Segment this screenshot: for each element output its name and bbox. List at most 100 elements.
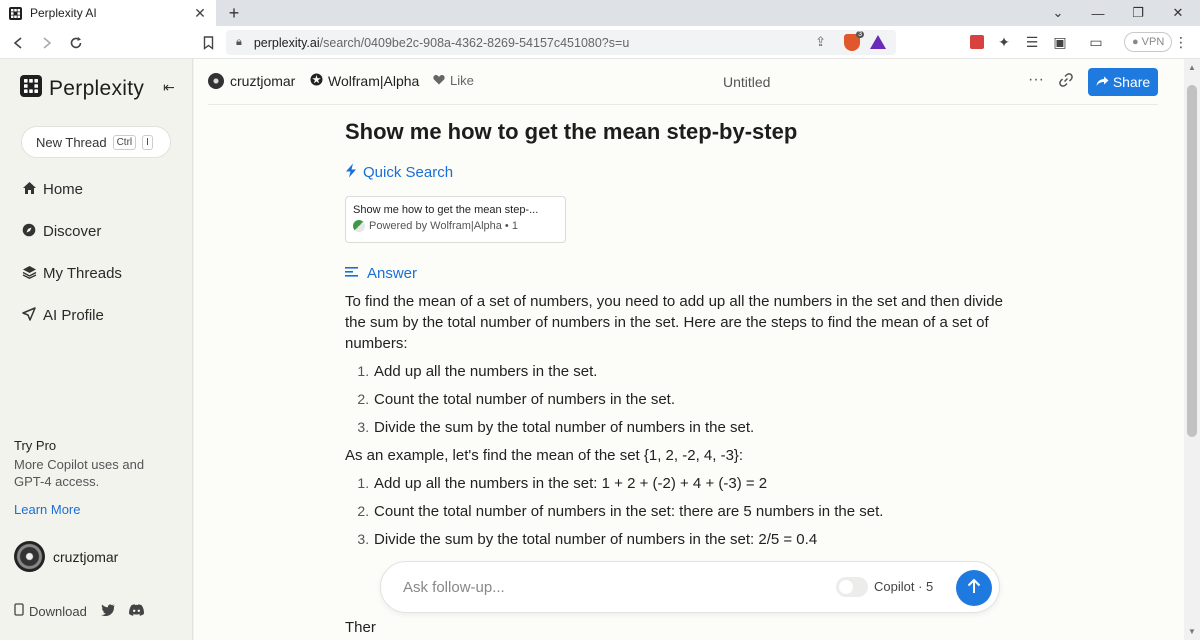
close-window-button[interactable]: ✕: [1158, 0, 1198, 26]
thread-content: Show me how to get the mean step-by-step…: [345, 119, 1025, 636]
tab-search-chevron-icon[interactable]: ⌄: [1038, 0, 1078, 26]
page-scrollbar[interactable]: ▲ ▼: [1184, 59, 1200, 640]
more-options-icon[interactable]: ···: [1028, 71, 1044, 89]
author-chip[interactable]: cruztjomar: [208, 73, 295, 89]
sidebar-footer: Download: [14, 603, 144, 619]
back-icon[interactable]: [8, 33, 28, 53]
copilot-label: Copilot · 5: [874, 579, 934, 594]
sidebar-toggle-icon[interactable]: ▣: [1051, 33, 1069, 51]
extensions-puzzle-icon[interactable]: ✦: [995, 33, 1013, 51]
wolfram-label: Wolfram|Alpha: [328, 73, 420, 89]
lock-icon: 🔒︎: [236, 36, 242, 48]
author-avatar: [208, 73, 224, 89]
browser-tab-bar: Perplexity AI ✕ + ⌄ — ❐ ✕: [0, 0, 1200, 26]
try-pro-title: Try Pro: [14, 438, 57, 453]
source-card[interactable]: Show me how to get the mean step-... Pow…: [345, 196, 566, 243]
collapse-sidebar-icon[interactable]: ⇤: [163, 79, 175, 96]
browser-toolbar: 🔒︎ perplexity.ai/search/0409be2c-908a-43…: [0, 26, 1200, 59]
restore-button[interactable]: ❐: [1118, 0, 1158, 26]
tab-title: Perplexity AI: [30, 6, 97, 20]
download-label: Download: [29, 603, 87, 619]
list-item: Count the total number of numbers in the…: [373, 389, 1025, 410]
answer-intro: To find the mean of a set of numbers, yo…: [345, 293, 1003, 352]
reading-list-icon[interactable]: ☰: [1023, 33, 1041, 51]
vpn-button[interactable]: ● VPN: [1124, 32, 1173, 52]
follow-up-input[interactable]: [403, 578, 823, 596]
learn-more-link[interactable]: Learn More: [14, 502, 80, 517]
brave-shield-icon[interactable]: 3: [844, 31, 864, 51]
source-subtitle: Powered by Wolfram|Alpha • 1: [369, 220, 518, 232]
like-button[interactable]: Like: [433, 73, 474, 88]
scrollbar-thumb[interactable]: [1187, 85, 1197, 437]
close-tab-icon[interactable]: ✕: [192, 5, 208, 22]
list-item: Add up all the numbers in the set.: [373, 361, 1025, 382]
share-page-icon[interactable]: ⇪: [815, 34, 826, 50]
answer-heading: Answer: [345, 265, 417, 282]
share-button[interactable]: Share: [1088, 68, 1158, 96]
sidebar-item-label: Discover: [43, 223, 102, 240]
forward-icon[interactable]: [37, 33, 57, 53]
follow-up-bar: Copilot · 5: [380, 561, 1000, 613]
bookmark-icon[interactable]: [198, 33, 218, 53]
user-profile[interactable]: cruztjomar: [14, 541, 118, 572]
scroll-up-icon[interactable]: ▲: [1188, 63, 1196, 72]
wolfram-chip[interactable]: Wolfram|Alpha: [310, 73, 419, 89]
avatar: [14, 541, 45, 572]
reload-icon[interactable]: [66, 33, 86, 53]
list-item: Divide the sum by the total number of nu…: [373, 417, 1025, 438]
url-path: /search/0409be2c-908a-4362-8269-54157c45…: [319, 35, 630, 50]
question-title: Show me how to get the mean step-by-step: [345, 119, 798, 144]
shortcut-ctrl: Ctrl: [112, 134, 137, 150]
answer-body: To find the mean of a set of numbers, yo…: [345, 291, 1025, 557]
thread-header: cruztjomar Wolfram|Alpha Like Untitled ·…: [208, 59, 1158, 105]
device-icon: [14, 603, 24, 619]
scroll-down-icon[interactable]: ▼: [1188, 627, 1196, 636]
text-lines-icon: [345, 265, 359, 282]
list-item: Divide the sum by the total number of nu…: [373, 529, 1025, 550]
twitter-icon[interactable]: [100, 603, 115, 619]
sidebar-item-label: AI Profile: [43, 307, 104, 324]
sidebar-item-ai-profile[interactable]: AI Profile: [21, 307, 104, 324]
new-tab-button[interactable]: +: [224, 2, 244, 24]
heart-icon: [433, 73, 445, 88]
wallet-icon[interactable]: ▭: [1087, 33, 1105, 51]
address-bar[interactable]: 🔒︎ perplexity.ai/search/0409be2c-908a-43…: [226, 30, 896, 55]
submit-button[interactable]: [956, 570, 992, 606]
copilot-toggle[interactable]: [836, 577, 868, 597]
browser-tab[interactable]: Perplexity AI ✕: [0, 0, 216, 26]
wolfram-icon: [310, 73, 323, 89]
sidebar: Perplexity ⇤ New Thread Ctrl I Home Disc…: [0, 59, 193, 640]
perplexity-logo[interactable]: Perplexity: [20, 75, 144, 102]
sidebar-item-home[interactable]: Home: [21, 181, 83, 198]
brave-rewards-icon[interactable]: [870, 35, 886, 49]
sidebar-item-discover[interactable]: Discover: [21, 223, 101, 240]
layers-icon: [21, 265, 37, 282]
send-icon: [21, 307, 37, 324]
quick-search-label: Quick Search: [363, 164, 454, 181]
sidebar-item-my-threads[interactable]: My Threads: [21, 265, 122, 282]
shortcut-i: I: [142, 134, 153, 150]
author-name: cruztjomar: [230, 73, 296, 89]
compass-icon: [21, 223, 37, 240]
thread-title[interactable]: Untitled: [723, 74, 770, 90]
menu-icon[interactable]: ⋮: [1172, 33, 1190, 51]
new-thread-label: New Thread: [36, 134, 107, 150]
url-host: perplexity.ai: [253, 35, 320, 50]
copy-link-icon[interactable]: [1058, 72, 1074, 92]
discord-icon[interactable]: [128, 603, 144, 619]
share-label: Share: [1112, 74, 1151, 90]
minimize-button[interactable]: —: [1078, 0, 1118, 26]
shield-count: 3: [856, 31, 864, 38]
username: cruztjomar: [53, 548, 119, 565]
wolfram-source-icon: [353, 220, 365, 232]
list-item: Add up all the numbers in the set: 1 + 2…: [373, 473, 1025, 494]
list-item: Count the total number of numbers in the…: [373, 501, 1025, 522]
perplexity-logo-icon: [20, 75, 42, 102]
lightning-icon: [345, 163, 357, 182]
share-arrow-icon: [1096, 74, 1109, 90]
extension-red-icon[interactable]: [968, 33, 986, 51]
download-button[interactable]: Download: [14, 603, 87, 619]
new-thread-button[interactable]: New Thread Ctrl I: [21, 126, 171, 158]
main-content: cruztjomar Wolfram|Alpha Like Untitled ·…: [194, 59, 1184, 640]
vpn-dot-icon: ●: [1132, 36, 1139, 48]
